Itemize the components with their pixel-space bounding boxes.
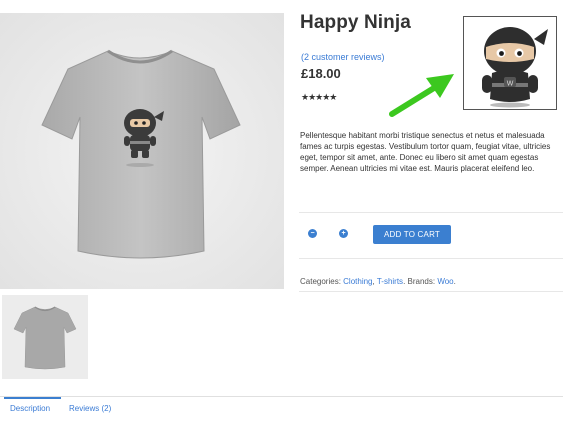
plus-circle-icon[interactable]: + [339, 229, 348, 238]
brand-link-woo[interactable]: Woo [437, 277, 453, 286]
green-arrow-icon [389, 74, 454, 117]
product-short-description: Pellentesque habitant morbi tristique se… [300, 131, 551, 173]
tab-reviews[interactable]: Reviews (2) [69, 404, 111, 413]
product-main-image[interactable] [0, 13, 284, 289]
minus-circle-icon[interactable]: − [308, 229, 317, 238]
category-link-tshirts[interactable]: T-shirts [377, 277, 403, 286]
ninja-logo-image: W [463, 16, 557, 110]
tshirt-illustration [0, 13, 284, 289]
brands-label: . Brands: [403, 277, 436, 286]
add-to-cart-button[interactable]: ADD TO CART [373, 225, 451, 244]
category-link-clothing[interactable]: Clothing [343, 277, 372, 286]
divider [299, 258, 563, 259]
divider [299, 212, 563, 213]
tab-description[interactable]: Description [10, 404, 50, 413]
quantity-input[interactable] [320, 227, 336, 241]
product-thumbnail[interactable] [2, 295, 88, 379]
star-rating: ★★★★★ [301, 92, 337, 102]
meta-end: . [453, 277, 456, 286]
divider [299, 291, 563, 292]
tshirt-thumbnail-illustration [2, 295, 88, 379]
product-title: Happy Ninja [300, 12, 411, 33]
separator: , [372, 277, 375, 286]
quantity-stepper[interactable]: − + [306, 227, 352, 241]
categories-label: Categories: [300, 277, 341, 286]
customer-reviews-link[interactable]: (2 customer reviews) [301, 52, 385, 62]
product-price: £18.00 [301, 66, 341, 81]
product-meta: Categories: Clothing, T-shirts. Brands: … [300, 277, 456, 286]
tabs-divider [0, 396, 563, 397]
svg-text:W: W [507, 81, 514, 88]
